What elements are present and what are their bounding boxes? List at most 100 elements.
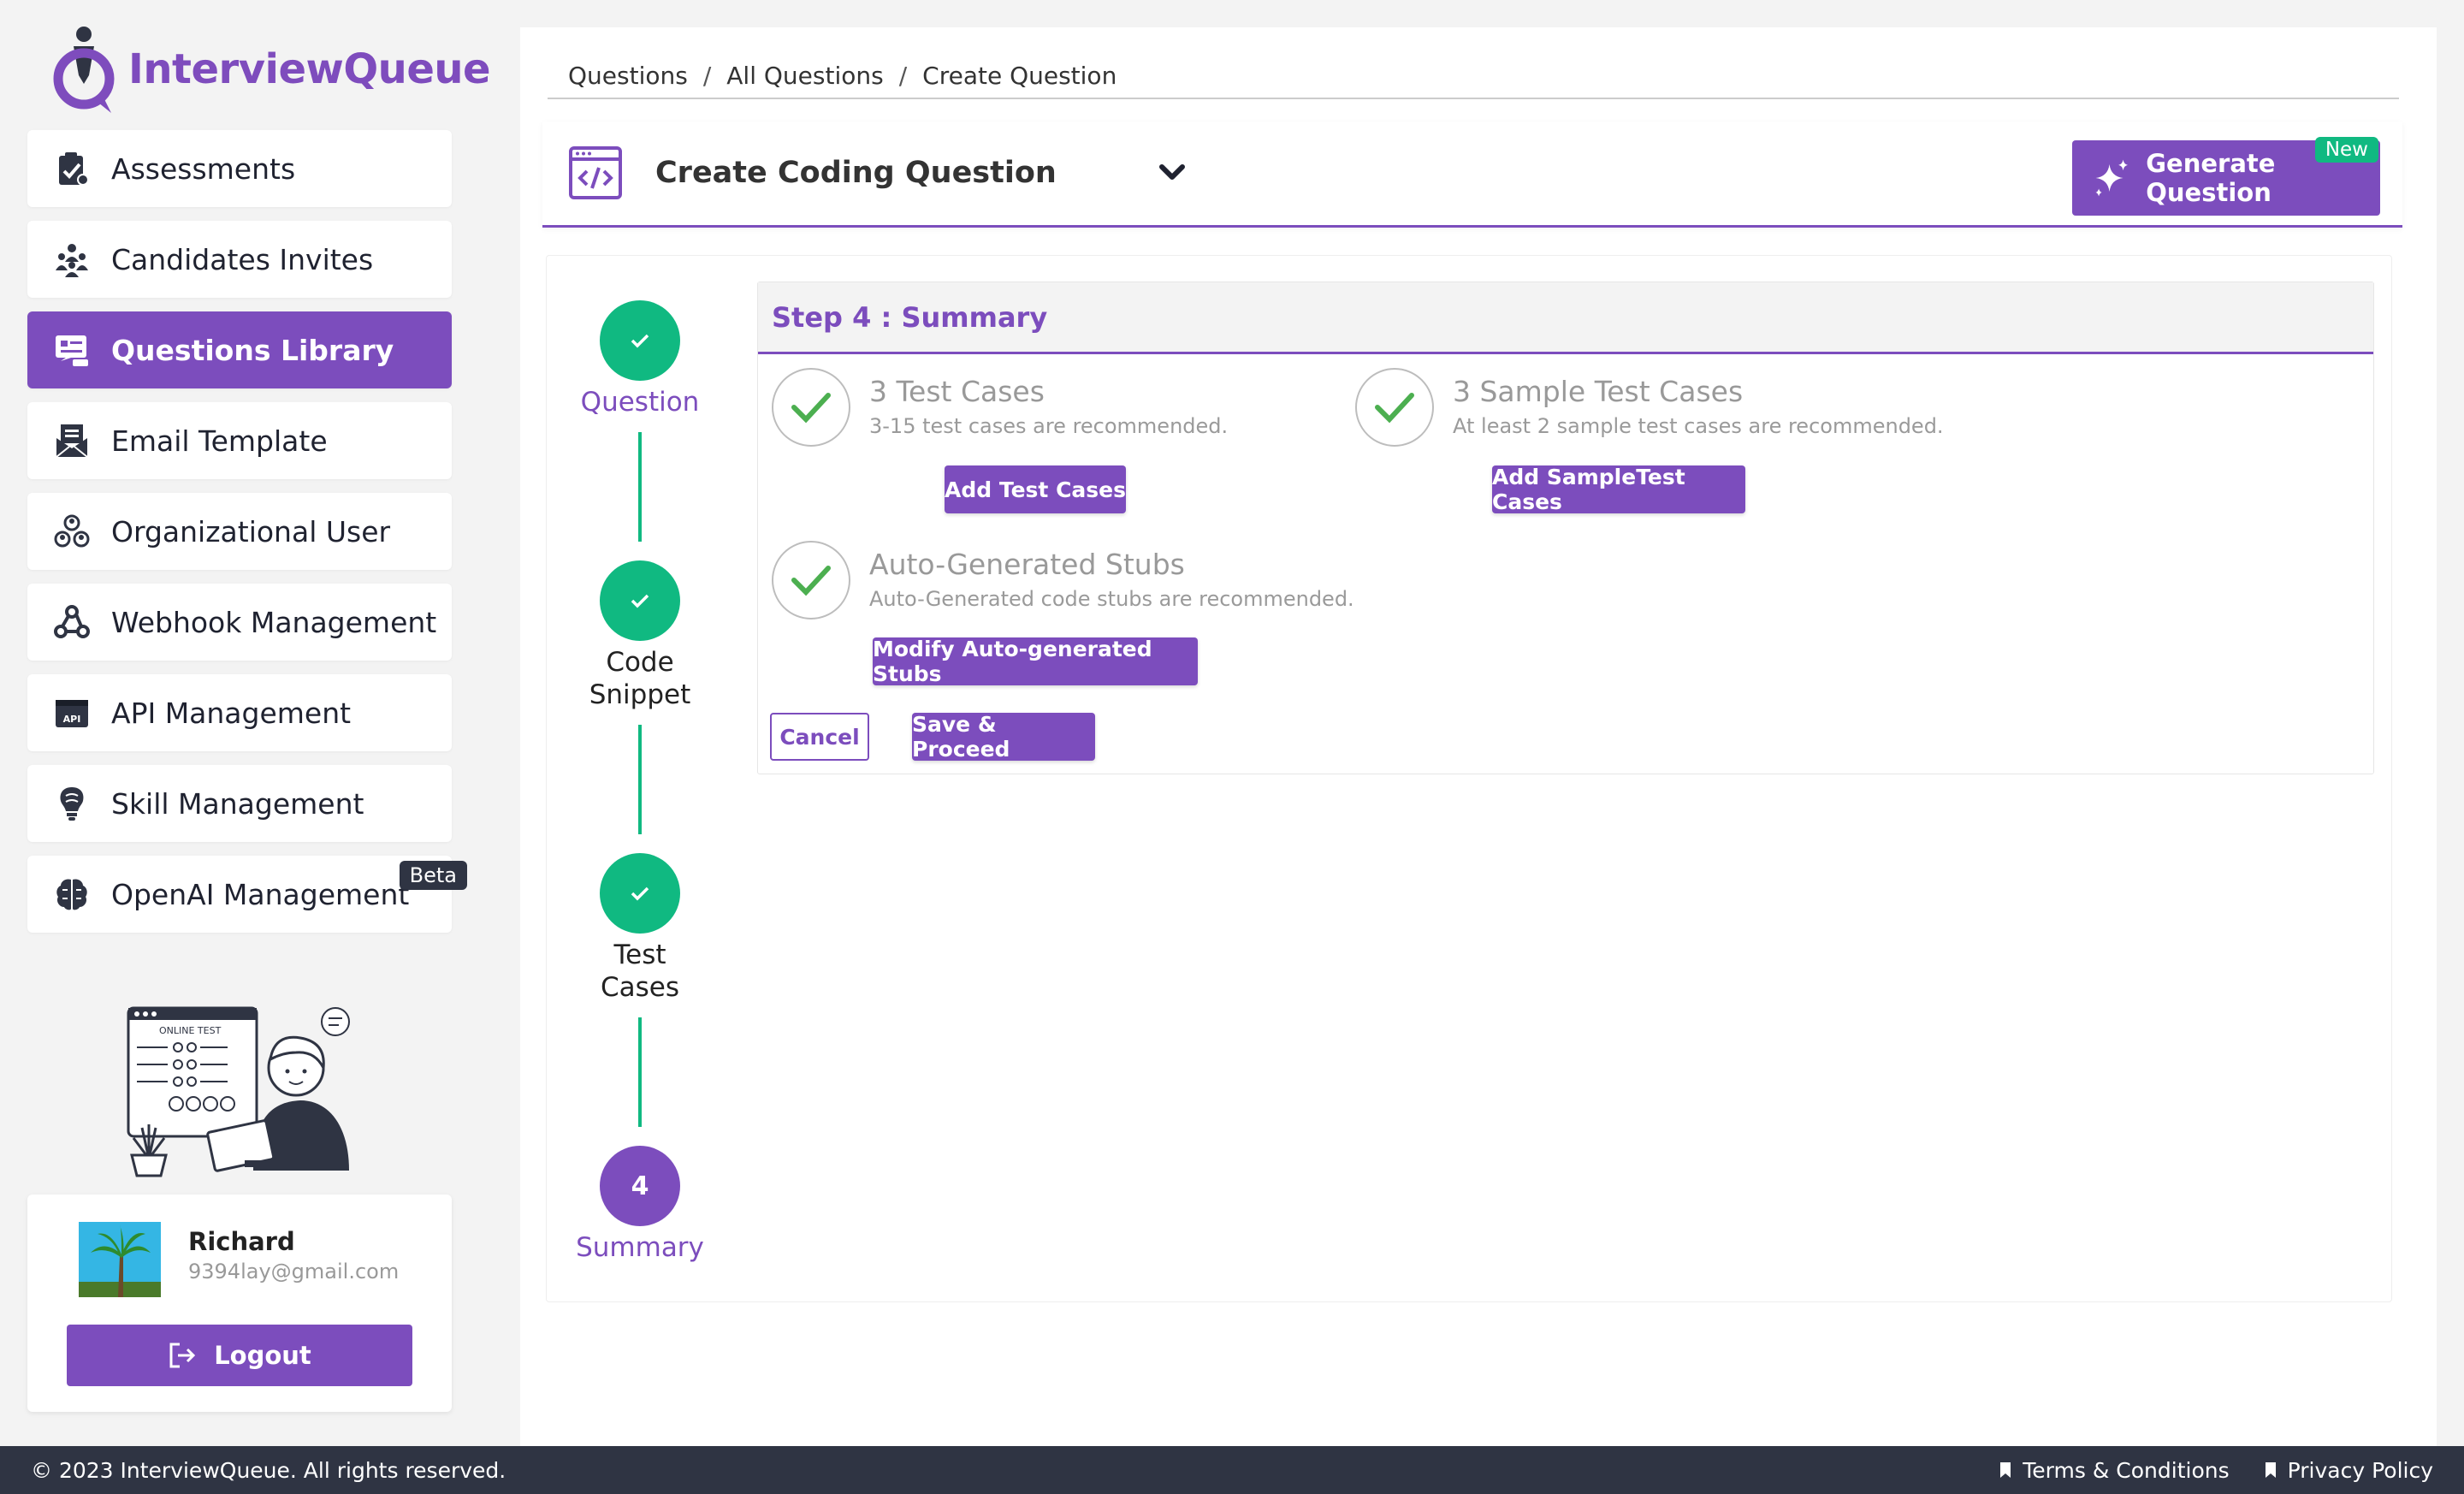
step-code-snippet-indicator[interactable] bbox=[600, 560, 680, 641]
sidebar-nav: Assessments Candidates Invites Questions… bbox=[27, 130, 467, 946]
bookmark-icon bbox=[2265, 1462, 2276, 1478]
terms-link[interactable]: Terms & Conditions bbox=[1999, 1457, 2230, 1483]
terms-link-label: Terms & Conditions bbox=[2023, 1457, 2230, 1483]
user-name: Richard bbox=[188, 1227, 295, 1256]
sidebar-item-questions-library[interactable]: Questions Library bbox=[27, 311, 452, 388]
check-status bbox=[772, 368, 850, 447]
bookmark-icon bbox=[2000, 1462, 2011, 1478]
step-summary-indicator[interactable]: 4 bbox=[600, 1146, 680, 1226]
step-summary-label: Summary bbox=[563, 1231, 717, 1264]
step-question-indicator[interactable] bbox=[600, 300, 680, 381]
logout-label: Logout bbox=[214, 1341, 311, 1370]
sidebar-item-label: Email Template bbox=[111, 424, 328, 458]
modify-stubs-button[interactable]: Modify Auto-generated Stubs bbox=[873, 637, 1198, 686]
sidebar-item-label: Skill Management bbox=[111, 786, 364, 821]
step-label-text: Snippet bbox=[589, 679, 691, 710]
sidebar-item-label: Webhook Management bbox=[111, 605, 437, 639]
question-list-icon bbox=[53, 331, 91, 369]
add-sample-test-cases-button[interactable]: Add SampleTest Cases bbox=[1492, 465, 1745, 514]
check-status bbox=[772, 541, 850, 620]
check-icon bbox=[631, 886, 649, 901]
breadcrumb-all-questions[interactable]: All Questions bbox=[726, 62, 883, 90]
sidebar-item-api-management[interactable]: API API Management bbox=[27, 674, 452, 751]
mail-icon bbox=[53, 422, 91, 459]
footer-links: Terms & Conditions Privacy Policy bbox=[1999, 1458, 2433, 1483]
privacy-link-label: Privacy Policy bbox=[2287, 1457, 2433, 1483]
wizard-panel: Question Code Snippet Test Cases 4 Summa… bbox=[546, 255, 2392, 1302]
summary-heading: Step 4 : Summary bbox=[758, 282, 2373, 354]
sidebar: InterviewQueue Assessments Candidates In… bbox=[0, 0, 491, 1446]
beta-badge: Beta bbox=[399, 861, 467, 890]
app-logo[interactable]: InterviewQueue bbox=[50, 24, 491, 115]
step-label-text: Code bbox=[606, 647, 674, 678]
step-question-label: Question bbox=[563, 386, 717, 418]
breadcrumb-questions[interactable]: Questions bbox=[568, 62, 688, 90]
main-content: Questions / All Questions / Create Quest… bbox=[520, 27, 2437, 1446]
user-email: 9394lay@gmail.com bbox=[188, 1260, 400, 1284]
sidebar-item-label: Assessments bbox=[111, 151, 296, 186]
step-label-text: Summary bbox=[576, 1232, 704, 1263]
code-window-icon bbox=[569, 146, 622, 199]
step-test-cases-label: Test Cases bbox=[563, 939, 717, 1004]
add-test-cases-button[interactable]: Add Test Cases bbox=[945, 465, 1126, 513]
check-icon bbox=[631, 594, 649, 608]
openai-brain-icon bbox=[53, 875, 91, 913]
sidebar-item-skill-management[interactable]: Skill Management bbox=[27, 765, 452, 842]
item-subtitle: Auto-Generated code stubs are recommende… bbox=[869, 587, 1354, 611]
sidebar-item-label: OpenAI Management bbox=[111, 877, 410, 911]
cancel-button[interactable]: Cancel bbox=[770, 713, 869, 761]
new-badge: New bbox=[2314, 137, 2378, 163]
step-test-cases-indicator[interactable] bbox=[600, 853, 680, 934]
avatar[interactable] bbox=[79, 1222, 161, 1297]
step-label-text: Test bbox=[613, 940, 666, 970]
step-label-text: Question bbox=[580, 387, 700, 418]
step-label-text: Cases bbox=[600, 972, 680, 1003]
step-connector bbox=[638, 725, 642, 834]
breadcrumb-divider bbox=[548, 98, 2399, 99]
sidebar-item-candidates-invites[interactable]: Candidates Invites bbox=[27, 221, 452, 298]
sidebar-item-email-template[interactable]: Email Template bbox=[27, 402, 452, 479]
palm-tree-icon bbox=[79, 1222, 161, 1297]
footer: © 2023 InterviewQueue. All rights reserv… bbox=[0, 1446, 2464, 1494]
sidebar-item-openai-management[interactable]: OpenAI Management Beta bbox=[27, 856, 467, 933]
sidebar-item-assessments[interactable]: Assessments bbox=[27, 130, 452, 207]
item-subtitle: 3-15 test cases are recommended. bbox=[869, 414, 1229, 438]
breadcrumb-create-question: Create Question bbox=[922, 62, 1117, 90]
sidebar-item-label: API Management bbox=[111, 696, 352, 730]
generate-question-button[interactable]: Generate Question New bbox=[2072, 137, 2380, 216]
logout-button[interactable]: Logout bbox=[67, 1325, 412, 1386]
green-check-icon bbox=[1375, 393, 1414, 424]
step-connector bbox=[638, 432, 642, 542]
logout-icon bbox=[169, 1343, 196, 1368]
sparkle-icon bbox=[2095, 159, 2128, 197]
sidebar-item-organizational-user[interactable]: Organizational User bbox=[27, 493, 452, 570]
step-code-snippet-label: Code Snippet bbox=[563, 646, 717, 711]
breadcrumb-separator: / bbox=[702, 62, 712, 90]
api-icon: API bbox=[53, 694, 91, 732]
green-check-icon bbox=[791, 566, 831, 596]
step-connector bbox=[638, 1017, 642, 1127]
step-number: 4 bbox=[631, 1171, 649, 1201]
item-title: 3 Test Cases bbox=[869, 375, 1045, 408]
chevron-down-icon[interactable] bbox=[1155, 156, 1189, 190]
breadcrumb: Questions / All Questions / Create Quest… bbox=[568, 62, 1116, 90]
save-proceed-button[interactable]: Save & Proceed bbox=[912, 712, 1095, 762]
green-check-icon bbox=[791, 393, 831, 424]
illustration-caption: ONLINE TEST bbox=[159, 1025, 222, 1036]
question-type-header: Create Coding Question Generate Question… bbox=[542, 122, 2402, 228]
copyright-text: © 2023 InterviewQueue. All rights reserv… bbox=[31, 1457, 506, 1483]
privacy-link[interactable]: Privacy Policy bbox=[2264, 1458, 2433, 1483]
sidebar-item-label: Organizational User bbox=[111, 514, 391, 548]
sidebar-item-label: Questions Library bbox=[111, 333, 394, 367]
summary-panel: Step 4 : Summary 3 Test Cases 3-15 test … bbox=[757, 282, 2374, 774]
user-profile-card: Richard 9394lay@gmail.com Logout bbox=[27, 1195, 452, 1412]
question-type-title: Create Coding Question bbox=[655, 156, 1057, 190]
people-group-icon bbox=[53, 240, 91, 278]
check-status bbox=[1355, 368, 1434, 447]
online-test-illustration: ONLINE TEST bbox=[127, 1006, 350, 1177]
sidebar-item-webhook-management[interactable]: Webhook Management bbox=[27, 584, 452, 661]
breadcrumb-separator: / bbox=[898, 62, 908, 90]
check-icon bbox=[631, 334, 649, 348]
item-title: Auto-Generated Stubs bbox=[869, 548, 1185, 581]
app-name: InterviewQueue bbox=[128, 45, 491, 93]
